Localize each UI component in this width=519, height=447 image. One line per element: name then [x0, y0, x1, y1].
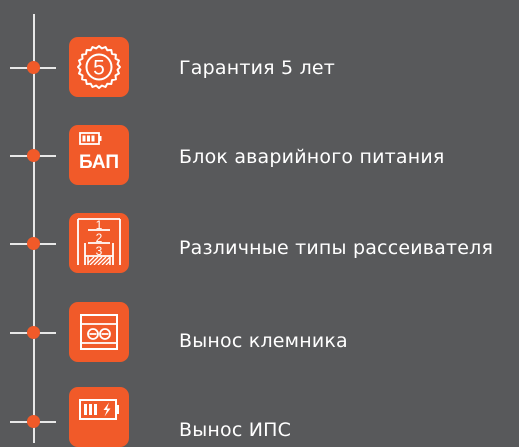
diffuser-digit-1: 1	[96, 218, 103, 232]
timeline-dot	[27, 61, 40, 74]
power-supply-battery-icon	[69, 387, 129, 447]
diffuser-digit-2: 2	[96, 231, 103, 245]
feature-item-power-supply: Вынос ИПС	[0, 387, 519, 447]
timeline-dot	[27, 149, 40, 162]
feature-item-terminal-block: Вынос клемника	[0, 302, 519, 362]
feature-item-warranty: 5 Гарантия 5 лет	[0, 37, 519, 97]
warranty-number: 5	[93, 57, 105, 80]
emergency-power-abbr: БАП	[78, 152, 120, 173]
feature-label-emergency-power: Блок аварийного питания	[179, 146, 445, 168]
warranty-5-years-icon: 5	[69, 37, 129, 97]
battery-icon: БАП	[69, 125, 129, 185]
diffuser-types-icon: 1 2 3	[69, 213, 129, 273]
feature-label-warranty: Гарантия 5 лет	[179, 57, 336, 79]
feature-label-diffuser-types: Различные типы рассеивателя	[179, 237, 494, 259]
feature-item-emergency-power: БАП Блок аварийного питания	[0, 125, 519, 185]
diffuser-digit-3: 3	[96, 244, 103, 258]
terminal-block-icon	[69, 302, 129, 362]
feature-label-power-supply: Вынос ИПС	[179, 419, 292, 441]
feature-item-diffuser-types: 1 2 3 Различные типы рассеивателя	[0, 213, 519, 273]
feature-label-terminal-block: Вынос клемника	[179, 330, 348, 352]
timeline-dot	[27, 415, 40, 428]
timeline-dot	[27, 237, 40, 250]
timeline-dot	[27, 326, 40, 339]
